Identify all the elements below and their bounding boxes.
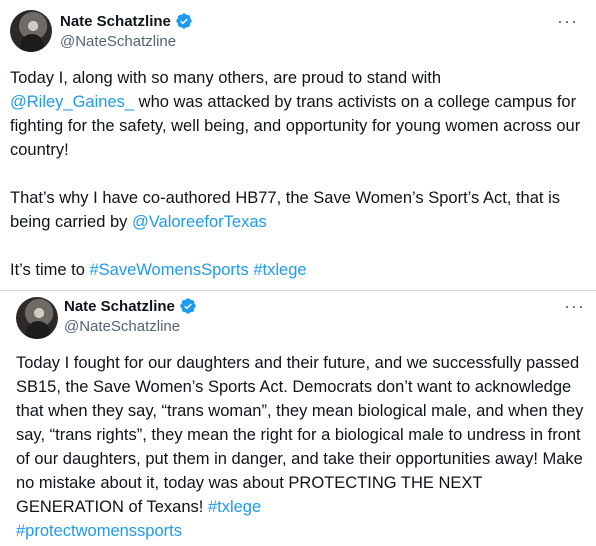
author-row: Nate Schatzline — [64, 297, 197, 315]
tweet-1: Nate Schatzline @NateSchatzline ··· Toda… — [0, 0, 596, 290]
author-name[interactable]: Nate Schatzline — [64, 298, 175, 315]
avatar[interactable] — [16, 297, 58, 339]
tweet-text: Today I fought for our daughters and the… — [16, 351, 591, 543]
author-handle[interactable]: @NateSchatzline — [64, 318, 180, 335]
mention-link[interactable]: @ValoreeforTexas — [132, 213, 267, 231]
more-options-icon[interactable]: ··· — [564, 297, 585, 315]
mention-link[interactable]: @Riley_Gaines_ — [10, 93, 134, 111]
tweet-2: Nate Schatzline @NateSchatzline ··· Toda… — [0, 290, 596, 546]
hashtag-link[interactable]: #protectwomenssports — [16, 522, 182, 540]
hashtag-link[interactable]: #txlege — [253, 261, 306, 279]
author-handle[interactable]: @NateSchatzline — [60, 33, 176, 50]
text-segment: That’s why I have co-authored HB77, the … — [10, 189, 560, 231]
author-row: Nate Schatzline — [60, 12, 193, 30]
text-segment: Today I fought for our daughters and the… — [16, 354, 584, 516]
tweet-paragraph: Today I, along with so many others, are … — [10, 66, 590, 162]
tweet-paragraph: Today I fought for our daughters and the… — [16, 351, 591, 543]
author-name[interactable]: Nate Schatzline — [60, 13, 171, 30]
hashtag-link[interactable]: #SaveWomensSports — [89, 261, 248, 279]
text-segment: Today I, along with so many others, are … — [10, 69, 442, 87]
hashtag-link[interactable]: #txlege — [208, 498, 261, 516]
tweet-paragraph: It’s time to #SaveWomensSports #txlege — [10, 258, 590, 282]
verified-badge-icon — [180, 298, 196, 314]
avatar[interactable] — [10, 10, 52, 52]
more-options-icon[interactable]: ··· — [557, 12, 578, 30]
text-segment: It’s time to — [10, 261, 90, 279]
tweet-paragraph: That’s why I have co-authored HB77, the … — [10, 186, 590, 234]
verified-badge-icon — [176, 13, 192, 29]
tweet-text: Today I, along with so many others, are … — [10, 66, 590, 282]
